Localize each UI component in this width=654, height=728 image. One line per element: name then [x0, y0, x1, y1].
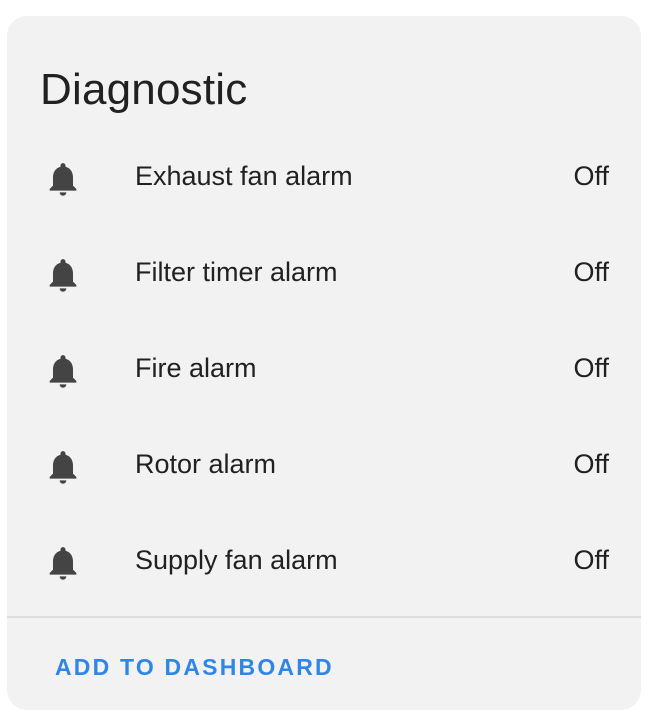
- entity-state: Off: [573, 257, 609, 287]
- bell-icon: [43, 541, 83, 585]
- entity-list: Exhaust fan alarm Off Filter timer alarm…: [7, 134, 641, 614]
- entity-name: Filter timer alarm: [135, 257, 338, 287]
- entity-name: Rotor alarm: [135, 449, 277, 479]
- entity-name: Exhaust fan alarm: [135, 161, 353, 191]
- entity-name: Fire alarm: [135, 353, 257, 383]
- bell-icon: [43, 445, 83, 489]
- entity-state: Off: [573, 545, 609, 575]
- diagnostic-card: Diagnostic Exhaust fan alarm Off Filter …: [7, 16, 641, 710]
- entity-row-fire-alarm[interactable]: Fire alarm Off: [7, 326, 641, 422]
- entity-row-rotor-alarm[interactable]: Rotor alarm Off: [7, 422, 641, 518]
- bell-icon: [43, 349, 83, 393]
- card-actions: ADD TO DASHBOARD: [7, 618, 641, 710]
- card-title: Diagnostic: [40, 65, 248, 114]
- entity-row-exhaust-fan-alarm[interactable]: Exhaust fan alarm Off: [7, 134, 641, 230]
- bell-icon: [43, 253, 83, 297]
- entity-name: Supply fan alarm: [135, 545, 338, 575]
- entity-row-supply-fan-alarm[interactable]: Supply fan alarm Off: [7, 518, 641, 614]
- entity-state: Off: [573, 161, 609, 191]
- add-to-dashboard-button[interactable]: ADD TO DASHBOARD: [43, 648, 346, 686]
- entity-row-filter-timer-alarm[interactable]: Filter timer alarm Off: [7, 230, 641, 326]
- bell-icon: [43, 157, 83, 201]
- entity-state: Off: [573, 353, 609, 383]
- entity-state: Off: [573, 449, 609, 479]
